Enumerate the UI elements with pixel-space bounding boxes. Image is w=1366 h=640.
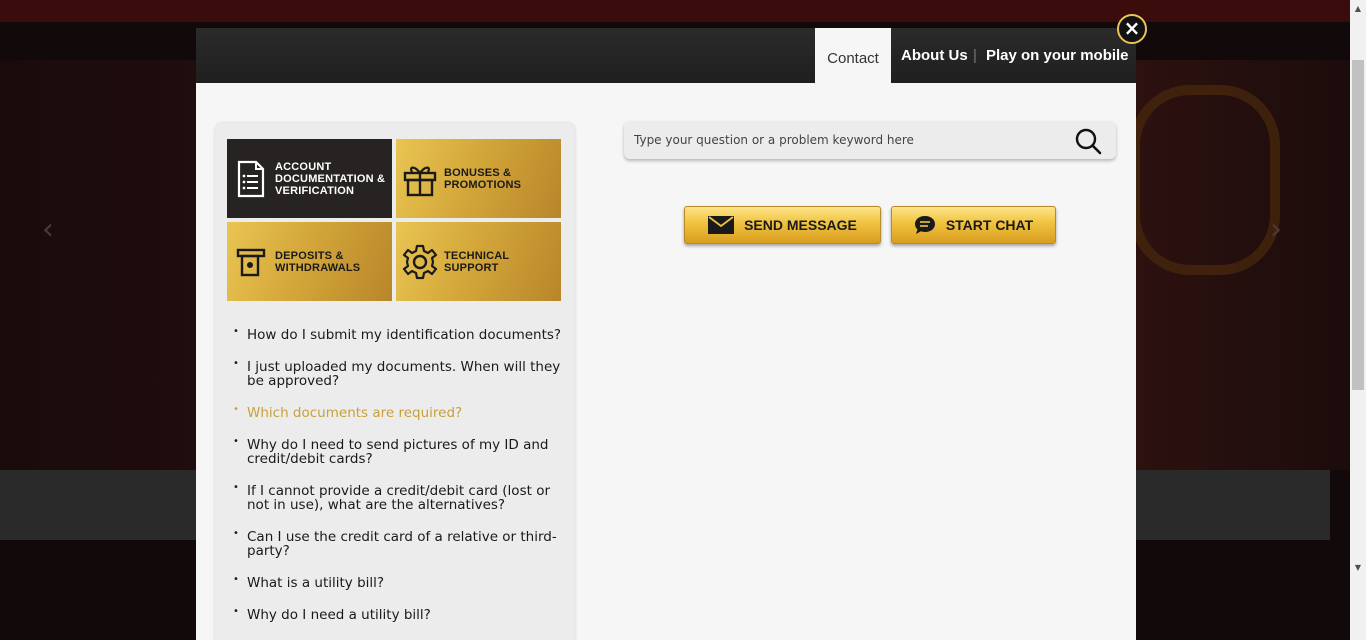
category-label: Technical Support	[444, 249, 510, 274]
envelope-icon	[708, 216, 735, 234]
background-prev-arrow-icon: ‹	[42, 212, 54, 247]
background-next-arrow-icon: ›	[1270, 212, 1282, 247]
page-scrollbar[interactable]: ▲ ▼	[1350, 0, 1366, 640]
background-topbar	[0, 0, 1350, 22]
close-button[interactable]: ×	[1117, 14, 1147, 44]
search-input[interactable]	[634, 121, 1064, 159]
category-panel: Account Documentation & Verification Bon…	[215, 123, 575, 640]
scroll-down-arrow-icon[interactable]: ▼	[1350, 559, 1366, 576]
category-technical-support[interactable]: Technical Support	[396, 222, 561, 301]
faq-item[interactable]: Can I use the credit card of a relative …	[227, 527, 567, 558]
faq-list: How do I submit my identification docume…	[227, 325, 567, 640]
faq-item-active[interactable]: Which documents are required?	[227, 403, 567, 420]
document-list-icon	[233, 159, 269, 199]
category-label: Account Documentation & Verification	[275, 160, 386, 197]
chat-bubble-icon	[914, 216, 935, 234]
category-deposits-withdrawals[interactable]: Deposits & Withdrawals	[227, 222, 392, 301]
background-decoration	[1130, 85, 1280, 275]
faq-item[interactable]: I just uploaded my documents. When will …	[227, 357, 567, 388]
scrollbar-thumb[interactable]	[1352, 60, 1364, 390]
faq-item[interactable]: If I cannot provide a credit/debit card …	[227, 481, 567, 512]
modal-header: Contact About Us | Play on your mobile	[196, 28, 1136, 94]
send-message-label: SEND MESSAGE	[744, 217, 857, 233]
atm-cash-icon	[233, 242, 269, 282]
category-label: Deposits & Withdrawals	[275, 249, 361, 274]
tab-about-us[interactable]: About Us	[901, 28, 968, 83]
gear-icon	[402, 242, 438, 282]
help-modal: Contact About Us | Play on your mobile A…	[196, 28, 1136, 640]
tab-separator: |	[973, 47, 977, 64]
send-message-button[interactable]: SEND MESSAGE	[684, 206, 881, 244]
category-bonuses-promotions[interactable]: Bonuses & Promotions	[396, 139, 561, 218]
faq-item[interactable]: Why do I need a utility bill?	[227, 605, 567, 622]
category-label: Bonuses & Promotions	[444, 166, 522, 191]
faq-item[interactable]: Why do I need to send pictures of my ID …	[227, 435, 567, 466]
faq-item[interactable]: What is a utility bill?	[227, 573, 567, 590]
category-account-documentation[interactable]: Account Documentation & Verification	[227, 139, 392, 218]
faq-item[interactable]: How do I submit my identification docume…	[227, 325, 567, 342]
start-chat-button[interactable]: START CHAT	[891, 206, 1056, 244]
tab-play-on-mobile[interactable]: Play on your mobile	[986, 28, 1129, 83]
gift-icon	[402, 159, 438, 199]
search-box	[624, 121, 1116, 159]
search-icon[interactable]	[1074, 127, 1102, 155]
tab-contact[interactable]: Contact	[815, 28, 891, 94]
start-chat-label: START CHAT	[945, 217, 1034, 233]
scroll-up-arrow-icon[interactable]: ▲	[1350, 0, 1366, 17]
